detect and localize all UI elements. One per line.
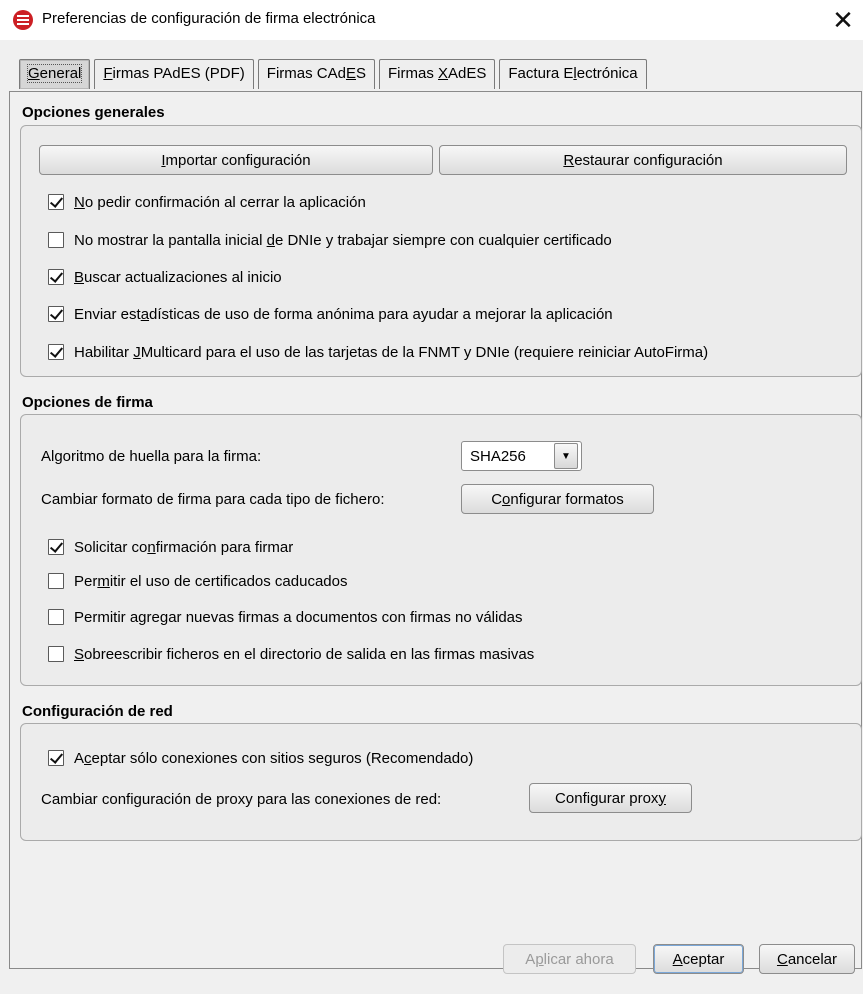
close-button[interactable]: ✕ [823,0,863,40]
checkbox-box[interactable] [48,194,64,210]
tab-firmas-cades[interactable]: Firmas CAdES [257,59,376,89]
autofirma-logo-icon [13,10,33,30]
import-config-button[interactable]: Importar configuración [39,145,433,175]
checkbox-ask-confirmation[interactable]: Solicitar confirmación para firmar [48,536,293,558]
apply-now-button[interactable]: Ap licar ahora [503,944,636,974]
accept-button[interactable]: Aceptar [653,944,744,974]
chevron-down-icon[interactable]: ▼ [554,443,578,469]
window-title: Preferencias de configuración de firma e… [42,10,376,27]
checkbox-overwrite-files[interactable]: Sobreescribir ficheros en el directorio … [48,643,534,665]
checkbox-box[interactable] [48,306,64,322]
configure-formats-button[interactable]: Co nfigurar formatos [461,484,654,514]
hash-algorithm-label: Algoritmo de huella para la firma: [41,448,262,465]
section-title-red: Configuración de red [22,703,173,720]
checkbox-enable-jmulticard[interactable]: Habilitar JMulticard para el uso de las … [48,341,708,363]
tab-general[interactable]: General [19,59,91,89]
tab-bar: General Firmas PAdES (PDF) Firmas CAdES … [19,59,651,90]
tab-factura-electronica[interactable]: Factura Electrónica [499,59,647,89]
checkbox-send-statistics[interactable]: Enviar estadísticas de uso de forma anón… [48,303,613,325]
checkbox-box[interactable] [48,269,64,285]
checkbox-box[interactable] [48,750,64,766]
checkbox-box[interactable] [48,232,64,248]
section-title-general: Opciones generales [22,104,165,121]
checkbox-secure-connections[interactable]: Aceptar sólo conexiones con sitios segur… [48,747,473,769]
checkbox-box[interactable] [48,609,64,625]
checkbox-no-dnie-screen[interactable]: No mostrar la pantalla inicial de DNIe y… [48,229,612,251]
checkbox-box[interactable] [48,344,64,360]
checkbox-allow-expired-certs[interactable]: Permitir el uso de certificados caducado… [48,570,347,592]
cancel-button[interactable]: Cancelar [759,944,855,974]
checkbox-check-updates[interactable]: Buscar actualizaciones al inicio [48,266,282,288]
network-options-group [20,723,862,841]
configure-proxy-button[interactable]: Configurar prox y [529,783,692,813]
proxy-label: Cambiar configuración de proxy para las … [41,791,442,808]
section-title-firma: Opciones de firma [22,394,153,411]
tab-firmas-pades[interactable]: Firmas PAdES (PDF) [94,59,254,89]
hash-algorithm-select[interactable]: SHA256 ▼ [461,441,582,471]
checkbox-box[interactable] [48,646,64,662]
checkbox-allow-add-signatures-invalid[interactable]: Permitir agregar nuevas firmas a documen… [48,606,523,628]
tab-firmas-xades[interactable]: Firmas XAdES [379,59,496,89]
checkbox-box[interactable] [48,539,64,555]
format-label: Cambiar formato de firma para cada tipo … [41,491,385,508]
title-bar: Preferencias de configuración de firma e… [0,0,863,40]
restore-config-button[interactable]: Restaurar configuración [439,145,847,175]
checkbox-no-confirm-close[interactable]: No pedir confirmación al cerrar la aplic… [48,191,366,213]
checkbox-box[interactable] [48,573,64,589]
